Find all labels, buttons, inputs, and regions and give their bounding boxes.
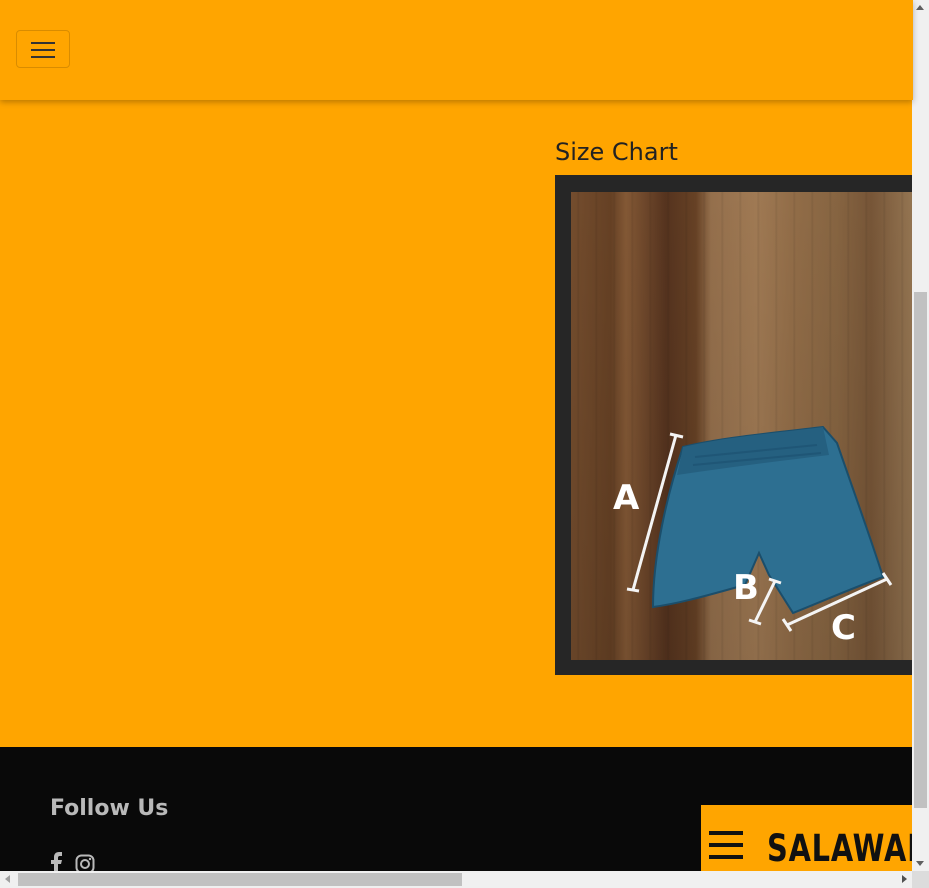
scroll-left-arrow-icon[interactable]	[5, 875, 10, 883]
scroll-right-arrow-icon[interactable]	[902, 875, 907, 883]
top-navbar	[0, 0, 913, 100]
horizontal-scroll-thumb[interactable]	[18, 873, 462, 886]
label-c: C	[831, 608, 856, 648]
shorts-illustration: A B C	[613, 425, 893, 648]
scroll-down-arrow-icon[interactable]	[916, 861, 924, 866]
size-chart-title: Size Chart	[555, 138, 678, 166]
label-a: A	[613, 478, 640, 518]
vertical-scroll-thumb[interactable]	[914, 292, 927, 808]
logo-text: SALAWAL	[767, 827, 913, 870]
size-chart-image: A B C	[555, 175, 913, 675]
hamburger-menu-icon-line	[31, 49, 55, 51]
horizontal-scrollbar[interactable]	[0, 871, 912, 888]
navbar-toggler-button[interactable]	[16, 30, 70, 68]
scrollbar-corner	[912, 871, 929, 888]
hamburger-menu-icon-line	[31, 56, 55, 58]
hamburger-menu-icon	[31, 42, 55, 44]
brand-logo: SALAWAL	[701, 805, 913, 875]
logo-menu-icon	[709, 831, 743, 867]
scroll-up-arrow-icon[interactable]	[916, 5, 924, 10]
follow-us-heading: Follow Us	[50, 796, 169, 821]
vertical-scrollbar[interactable]	[912, 0, 929, 871]
label-b: B	[733, 568, 759, 608]
